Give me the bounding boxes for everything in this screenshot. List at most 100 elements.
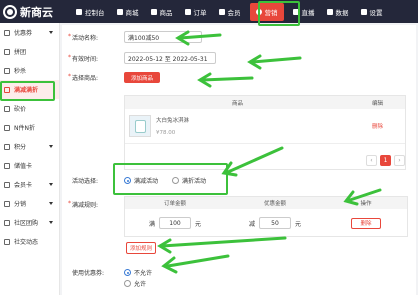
card-icon [4, 162, 10, 169]
page-1-button[interactable]: 1 [380, 155, 391, 166]
nav-item-live[interactable]: 直播 [287, 0, 321, 23]
vip-icon [4, 181, 10, 188]
full-unit: 元 [195, 220, 202, 228]
main-nav: 控制台 商城 商品 订单 会员 营销 直播 数据 设置 [70, 0, 389, 23]
next-page-button[interactable]: › [394, 155, 405, 166]
sidebar-item-social[interactable]: 社交动态 [0, 232, 59, 251]
nav-item-order[interactable]: 订单 [179, 0, 213, 23]
goods-price: ¥78.00 [156, 130, 176, 136]
col-goods: 商品 [231, 100, 243, 107]
select-goods-label: 选择商品: [72, 75, 99, 82]
chevron-down-icon [49, 221, 53, 224]
table-row: 大白兔冰淇淋 ¥78.00 删除 [125, 109, 405, 144]
valid-time-input[interactable]: 2022-05-12 至 2022-05-31 [124, 52, 216, 64]
nav-item-data[interactable]: 数据 [321, 0, 355, 23]
activity-type-label: 活动选择: [72, 178, 99, 185]
add-rule-button[interactable]: 添加规则 [126, 242, 156, 254]
goods-table: 商品 编辑 大白兔冰淇淋 ¥78.00 删除 [124, 95, 406, 170]
sidebar-item-nitem[interactable]: N件N折 [0, 118, 59, 137]
radio-coupon-allow[interactable] [124, 280, 131, 287]
radio-full-discount-label[interactable]: 满折活动 [182, 176, 206, 185]
minus-unit: 元 [295, 220, 302, 228]
col-edit: 编辑 [371, 100, 383, 107]
sidebar-item-card[interactable]: 储值卡 [0, 156, 59, 175]
nav-item-label: 设置 [369, 8, 383, 17]
nav-item-member[interactable]: 会员 [213, 0, 247, 23]
activity-type-row: 活动选择: 满减活动 满折活动 [62, 176, 206, 185]
sidebar-item-vip[interactable]: 会员卡 [0, 175, 59, 194]
nav-item-label: 会员 [227, 8, 241, 17]
sidebar-item-label: 积分 [14, 144, 27, 151]
goods-name: 大白兔冰淇淋 [156, 118, 190, 124]
sidebar-item-label: 秒杀 [14, 68, 27, 75]
sidebar-item-bargain[interactable]: 砍价 [0, 99, 59, 118]
radio-full-minus[interactable] [124, 177, 131, 184]
activity-name-input[interactable]: 满100减50 [124, 31, 202, 43]
top-navbar: 新商云 控制台 商城 商品 订单 会员 营销 直播 数据 设置 [0, 0, 418, 23]
activity-name-label: 活动名称: [72, 34, 99, 42]
delete-goods-link[interactable]: 删除 [350, 122, 405, 130]
table-row: 满 100 元 减 50 元 删除 [125, 209, 407, 237]
sidebar-item-distribution[interactable]: 分销 [0, 194, 59, 213]
radio-full-minus-label[interactable]: 满减活动 [134, 176, 158, 185]
add-goods-button[interactable]: 添加商品 [124, 72, 160, 83]
col-order-amount: 订单金额 [163, 201, 186, 207]
seckill-icon [4, 67, 10, 74]
rule-table: 订单金额 优惠金额 操作 满 100 元 减 50 元 删除 [124, 196, 408, 237]
nav-item-goods[interactable]: 商品 [145, 0, 179, 23]
sidebar-item-discount[interactable]: 满减满折 [0, 80, 59, 99]
goods-thumbnail [129, 115, 151, 137]
radio-full-discount[interactable] [172, 177, 180, 184]
nav-item-label: 控制台 [85, 8, 105, 17]
sidebar: 优惠券拼团秒杀满减满折砍价 N件N折积分储值卡会员卡分销社区团购社交动态 [0, 23, 60, 295]
full-amount-input[interactable]: 100 [159, 217, 191, 229]
nitem-icon [4, 124, 10, 131]
main-content: * 活动名称: 满100减50 * 有效时间: 2022-05-12 至 2022-… [62, 25, 416, 295]
radio-coupon-allow-label[interactable]: 允许 [134, 279, 146, 288]
distribution-icon [4, 200, 10, 207]
marketing-icon [255, 8, 262, 15]
points-icon [4, 143, 10, 150]
sidebar-item-points[interactable]: 积分 [0, 137, 59, 156]
chevron-down-icon [49, 183, 53, 186]
radio-coupon-disallow-label[interactable]: 不允许 [134, 268, 152, 277]
data-icon [326, 8, 333, 15]
chevron-down-icon [49, 145, 53, 148]
delete-rule-button[interactable]: 删除 [351, 217, 381, 229]
pagination: ‹ 1 › [366, 155, 405, 166]
prev-page-button[interactable]: ‹ [366, 155, 377, 166]
goods-icon [150, 8, 157, 15]
nav-item-label: 营销 [264, 8, 278, 17]
live-icon [292, 8, 299, 15]
chevron-down-icon [49, 31, 53, 34]
valid-time-row: * 有效时间: 2022-05-12 至 2022-05-31 [62, 52, 216, 64]
brand-logo[interactable]: 新商云 [0, 0, 70, 23]
coupon-allow-row: 允许 [124, 279, 146, 288]
sidebar-item-label: 优惠券 [14, 30, 33, 37]
community-icon [4, 219, 10, 226]
sidebar-item-group[interactable]: 拼团 [0, 42, 59, 61]
nav-item-label: 商品 [159, 8, 173, 17]
coupon-row: 使用优惠券: 不允许 [62, 268, 152, 277]
nav-item-marketing[interactable]: 营销 [249, 2, 284, 21]
sidebar-item-label: 砍价 [14, 106, 27, 113]
nav-item-store[interactable]: 商城 [111, 0, 145, 23]
settings-icon [360, 8, 367, 15]
nav-item-home[interactable]: 控制台 [70, 0, 111, 23]
minus-amount-input[interactable]: 50 [259, 217, 291, 229]
sidebar-item-label: 社交动态 [14, 239, 39, 246]
social-icon [4, 238, 10, 245]
sidebar-item-label: 储值卡 [14, 163, 33, 170]
sidebar-item-label: 拼团 [14, 49, 27, 56]
sidebar-item-label: 会员卡 [14, 182, 33, 189]
nav-item-settings[interactable]: 设置 [355, 0, 389, 23]
sidebar-item-label: 社区团购 [14, 220, 39, 227]
sidebar-item-label: 满减满折 [14, 87, 39, 94]
sidebar-item-community[interactable]: 社区团购 [0, 213, 59, 232]
sidebar-item-coupon[interactable]: 优惠券 [0, 23, 59, 42]
sidebar-item-seckill[interactable]: 秒杀 [0, 61, 59, 80]
radio-coupon-disallow[interactable] [124, 269, 131, 276]
discount-icon [4, 86, 10, 93]
col-discount-amount: 优惠金额 [263, 201, 286, 207]
valid-time-label: 有效时间: [72, 55, 99, 63]
